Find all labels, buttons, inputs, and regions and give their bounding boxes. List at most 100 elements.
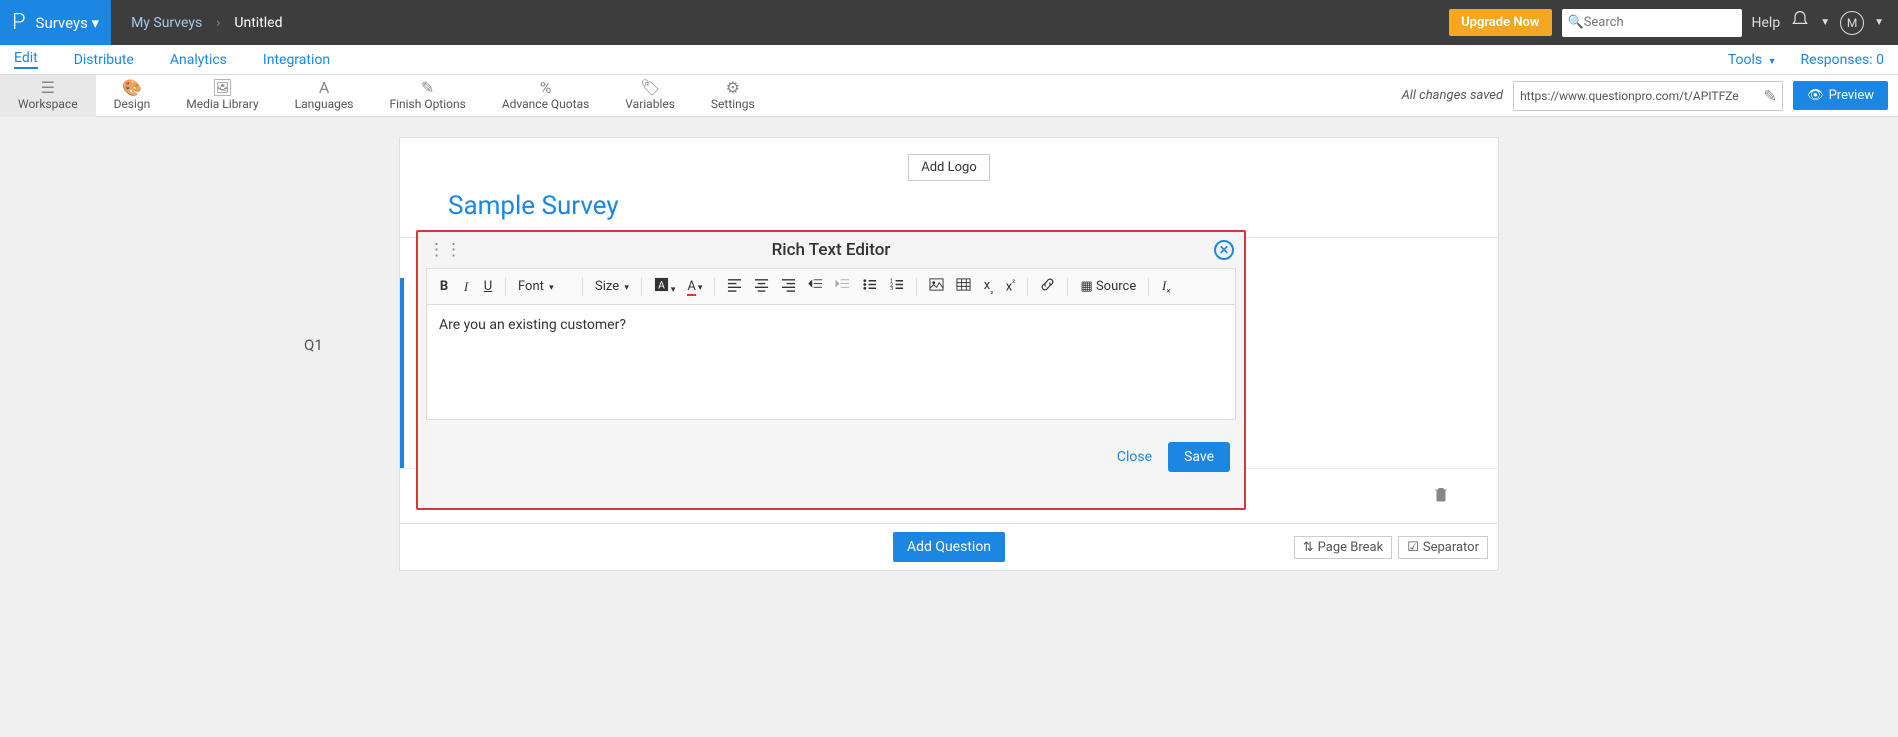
toolbar-languages[interactable]: A Languages bbox=[277, 75, 372, 117]
add-question-button[interactable]: Add Question bbox=[893, 532, 1005, 562]
breadcrumb-sep: › bbox=[216, 15, 220, 31]
search-input[interactable] bbox=[1584, 15, 1736, 30]
responses-count[interactable]: Responses: 0 bbox=[1801, 52, 1884, 68]
toolbar-media-library[interactable]: 🖼 Media Library bbox=[168, 75, 276, 117]
source-label: Source bbox=[1096, 279, 1136, 294]
tab-integration[interactable]: Integration bbox=[263, 52, 330, 68]
align-left-button[interactable] bbox=[723, 275, 746, 298]
add-logo-button[interactable]: Add Logo bbox=[908, 154, 990, 181]
add-logo-row: Add Logo bbox=[400, 138, 1498, 191]
tools-label: Tools bbox=[1728, 52, 1762, 68]
editor-toolbar: ☰ Workspace 🎨 Design 🖼 Media Library A L… bbox=[0, 75, 1898, 117]
page-break-icon: ⇅ bbox=[1303, 540, 1314, 555]
image-icon: 🖼 bbox=[212, 80, 232, 96]
toolbar-label: Media Library bbox=[186, 97, 258, 111]
separator bbox=[1067, 278, 1068, 296]
toolbar-label: Design bbox=[114, 97, 151, 111]
close-icon[interactable]: ✕ bbox=[1214, 240, 1234, 260]
topbar-right: Upgrade Now 🔍 Help ▼ M ▼ bbox=[1449, 9, 1898, 37]
font-dropdown[interactable]: Font ▾ bbox=[514, 277, 574, 296]
chevron-down-icon[interactable]: ▼ bbox=[1874, 17, 1884, 28]
link-button[interactable] bbox=[1036, 275, 1059, 298]
toolbar-label: Variables bbox=[625, 97, 675, 111]
upgrade-button[interactable]: Upgrade Now bbox=[1449, 9, 1551, 36]
underline-button[interactable]: U bbox=[479, 277, 497, 296]
survey-url-input[interactable] bbox=[1513, 81, 1783, 111]
toolbar-label: Finish Options bbox=[389, 97, 465, 111]
rich-text-editor-panel: ⋮⋮ Rich Text Editor ✕ B I U Font ▾ Size … bbox=[416, 230, 1246, 510]
drag-handle-icon[interactable]: ⋮⋮ bbox=[428, 240, 462, 260]
numbered-list-button[interactable]: 123 bbox=[885, 275, 908, 298]
pencil-icon[interactable]: ✎ bbox=[1764, 86, 1777, 105]
breadcrumb-current: Untitled bbox=[234, 15, 282, 31]
svg-text:3: 3 bbox=[890, 286, 893, 292]
page-break-chip[interactable]: ⇅ Page Break bbox=[1294, 536, 1392, 559]
italic-button[interactable]: I bbox=[457, 277, 475, 297]
tag-icon: 🏷 bbox=[640, 80, 660, 96]
toolbar-design[interactable]: 🎨 Design bbox=[96, 75, 169, 117]
percent-icon: % bbox=[540, 80, 552, 96]
toolbar-workspace[interactable]: ☰ Workspace bbox=[0, 75, 96, 117]
image-button[interactable] bbox=[925, 275, 948, 298]
tab-edit[interactable]: Edit bbox=[14, 50, 38, 69]
avatar[interactable]: M bbox=[1840, 11, 1864, 35]
bold-button[interactable]: B bbox=[435, 277, 453, 296]
gear-icon: ⚙ bbox=[726, 80, 740, 96]
separator-label: Separator bbox=[1423, 540, 1479, 555]
clear-formatting-button[interactable]: I× bbox=[1157, 276, 1175, 298]
chevron-down-icon[interactable]: ▼ bbox=[1820, 17, 1830, 28]
toolbar-finish-options[interactable]: ✎ Finish Options bbox=[371, 75, 483, 117]
size-dropdown[interactable]: Size ▾ bbox=[591, 277, 633, 296]
workspace-icon: ☰ bbox=[41, 80, 55, 96]
toolbar-advance-quotas[interactable]: % Advance Quotas bbox=[484, 75, 607, 117]
search-icon: 🔍 bbox=[1568, 15, 1584, 30]
separator bbox=[505, 278, 506, 296]
outdent-button[interactable] bbox=[804, 275, 827, 298]
rte-save-button[interactable]: Save bbox=[1168, 442, 1230, 472]
toolbar-settings[interactable]: ⚙ Settings bbox=[693, 75, 773, 117]
rte-editor-body[interactable]: Are you an existing customer? bbox=[426, 305, 1236, 420]
surveys-dropdown[interactable]: Surveys ▾ bbox=[36, 14, 100, 32]
tab-analytics[interactable]: Analytics bbox=[170, 52, 227, 68]
wand-icon: ✎ bbox=[421, 80, 434, 96]
separator bbox=[1148, 278, 1149, 296]
language-icon: A bbox=[319, 80, 329, 96]
separator-chip[interactable]: ☑ Separator bbox=[1398, 536, 1488, 559]
indent-button[interactable] bbox=[831, 275, 854, 298]
bell-icon[interactable] bbox=[1790, 10, 1810, 35]
question-number: Q1 bbox=[304, 336, 323, 354]
chevron-down-icon: ▾ bbox=[549, 283, 554, 293]
chevron-down-icon: ▼ bbox=[1768, 57, 1777, 67]
help-link[interactable]: Help bbox=[1752, 15, 1781, 31]
logo-area[interactable]: P Surveys ▾ bbox=[0, 0, 111, 45]
separator bbox=[641, 278, 642, 296]
search-box[interactable]: 🔍 bbox=[1562, 9, 1742, 37]
toolbar-label: Advance Quotas bbox=[502, 97, 589, 111]
logo-icon: P bbox=[12, 10, 26, 35]
preview-button[interactable]: 👁 Preview bbox=[1793, 81, 1888, 110]
tab-distribute[interactable]: Distribute bbox=[74, 52, 134, 68]
toolbar-variables[interactable]: 🏷 Variables bbox=[607, 75, 693, 117]
bgcolor-button[interactable]: A▾ bbox=[650, 275, 680, 298]
subscript-button[interactable]: x₂ bbox=[979, 276, 997, 297]
breadcrumb: My Surveys › Untitled bbox=[111, 15, 302, 31]
breadcrumb-my-surveys[interactable]: My Surveys bbox=[131, 15, 202, 31]
bullet-list-button[interactable] bbox=[858, 275, 881, 298]
autosave-status: All changes saved bbox=[1402, 88, 1503, 103]
eye-icon: 👁 bbox=[1807, 88, 1824, 103]
url-wrap: ✎ bbox=[1513, 81, 1783, 111]
align-right-button[interactable] bbox=[777, 275, 800, 298]
page-break-label: Page Break bbox=[1318, 540, 1384, 555]
rte-title: Rich Text Editor bbox=[772, 240, 891, 260]
trash-icon[interactable] bbox=[1432, 485, 1450, 507]
nav2-right: Tools ▼ Responses: 0 bbox=[1728, 52, 1884, 68]
align-center-button[interactable] bbox=[750, 275, 773, 298]
separator bbox=[582, 278, 583, 296]
source-button[interactable]: ▦ Source bbox=[1076, 277, 1140, 296]
superscript-button[interactable]: x² bbox=[1001, 276, 1019, 296]
table-button[interactable] bbox=[952, 275, 975, 298]
footer-right: ⇅ Page Break ☑ Separator bbox=[1294, 536, 1488, 559]
textcolor-button[interactable]: A▾ bbox=[683, 277, 706, 296]
rte-close-button[interactable]: Close bbox=[1117, 449, 1152, 465]
tools-dropdown[interactable]: Tools ▼ bbox=[1728, 52, 1777, 68]
